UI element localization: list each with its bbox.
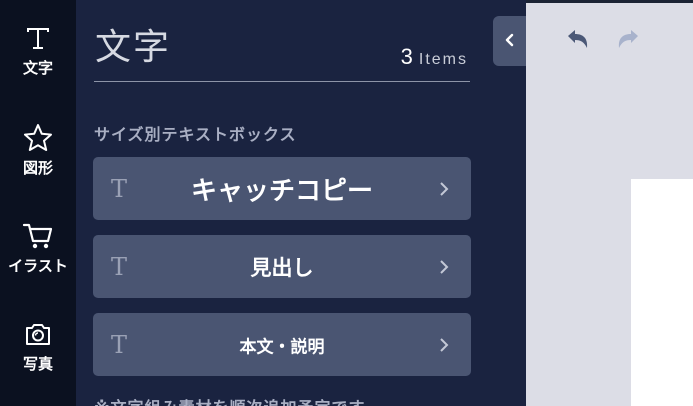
sidebar-item-shapes[interactable]: 図形 xyxy=(0,122,76,206)
redo-icon xyxy=(615,28,641,54)
sidebar-item-label: 図形 xyxy=(22,159,53,177)
star-icon xyxy=(22,122,54,154)
footnote: ※文字組み素材を順次追加予定です xyxy=(94,394,366,406)
page-title: 文字 xyxy=(95,27,172,68)
sidebar-item-label: イラスト xyxy=(8,257,68,275)
sidebar-item-text[interactable]: 文字 xyxy=(0,22,76,106)
heading-textbox-button[interactable]: T 見出し xyxy=(93,235,471,298)
button-label: 見出し xyxy=(250,255,314,280)
item-count-unit: Items xyxy=(418,51,468,68)
undo-icon xyxy=(565,28,591,54)
text-icon xyxy=(22,22,54,54)
title-divider xyxy=(94,81,470,82)
section-label: サイズ別テキストボックス xyxy=(94,125,297,144)
camera-icon xyxy=(22,318,54,350)
button-label: キャッチコピー xyxy=(190,176,373,206)
item-count: 3 Items xyxy=(401,44,468,70)
item-count-number: 3 xyxy=(400,44,413,69)
body-textbox-button[interactable]: T 本文・説明 xyxy=(93,313,471,376)
design-canvas[interactable] xyxy=(631,179,693,406)
sidebar-rail: 文字 図形 イラスト 写真 xyxy=(0,0,76,406)
undo-button[interactable] xyxy=(563,28,593,54)
button-label: 本文・説明 xyxy=(239,337,325,357)
collapse-panel-button[interactable] xyxy=(493,16,526,66)
redo-button[interactable] xyxy=(613,28,643,54)
sidebar-item-photos[interactable]: 写真 xyxy=(0,318,76,402)
chevron-right-icon xyxy=(439,259,449,275)
catchcopy-textbox-button[interactable]: T キャッチコピー xyxy=(93,157,471,220)
chevron-left-icon xyxy=(505,32,515,51)
cart-icon xyxy=(22,220,54,252)
chevron-right-icon xyxy=(439,337,449,353)
sidebar-item-illustrations[interactable]: イラスト xyxy=(0,220,76,304)
chevron-right-icon xyxy=(439,181,449,197)
sidebar-item-label: 写真 xyxy=(22,355,53,373)
text-panel: 文字 3 Items サイズ別テキストボックス T キャッチコピー T 見出し … xyxy=(76,0,526,406)
sidebar-item-label: 文字 xyxy=(22,59,53,77)
editor-toolbar xyxy=(526,0,693,80)
